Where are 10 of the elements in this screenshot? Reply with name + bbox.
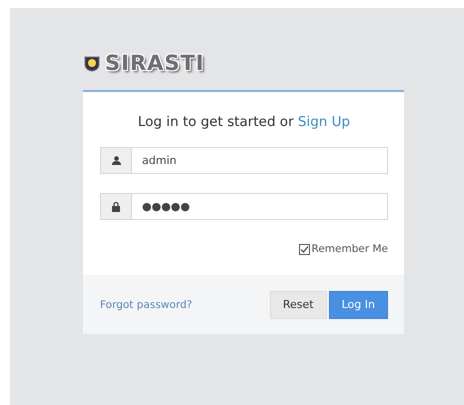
user-icon xyxy=(112,156,120,165)
reset-button[interactable]: Reset xyxy=(270,290,327,318)
lock-icon xyxy=(112,202,120,212)
username-field[interactable]: admin xyxy=(131,147,388,174)
emblem-icon xyxy=(83,54,101,72)
logo-text: SIRASTI xyxy=(105,51,205,75)
login-heading: Log in to get started or Sign Up xyxy=(136,114,352,130)
remember-label: Remember Me xyxy=(312,243,388,255)
remember-checkbox[interactable] xyxy=(298,244,310,254)
password-field[interactable]: ●●●●● xyxy=(131,193,388,220)
